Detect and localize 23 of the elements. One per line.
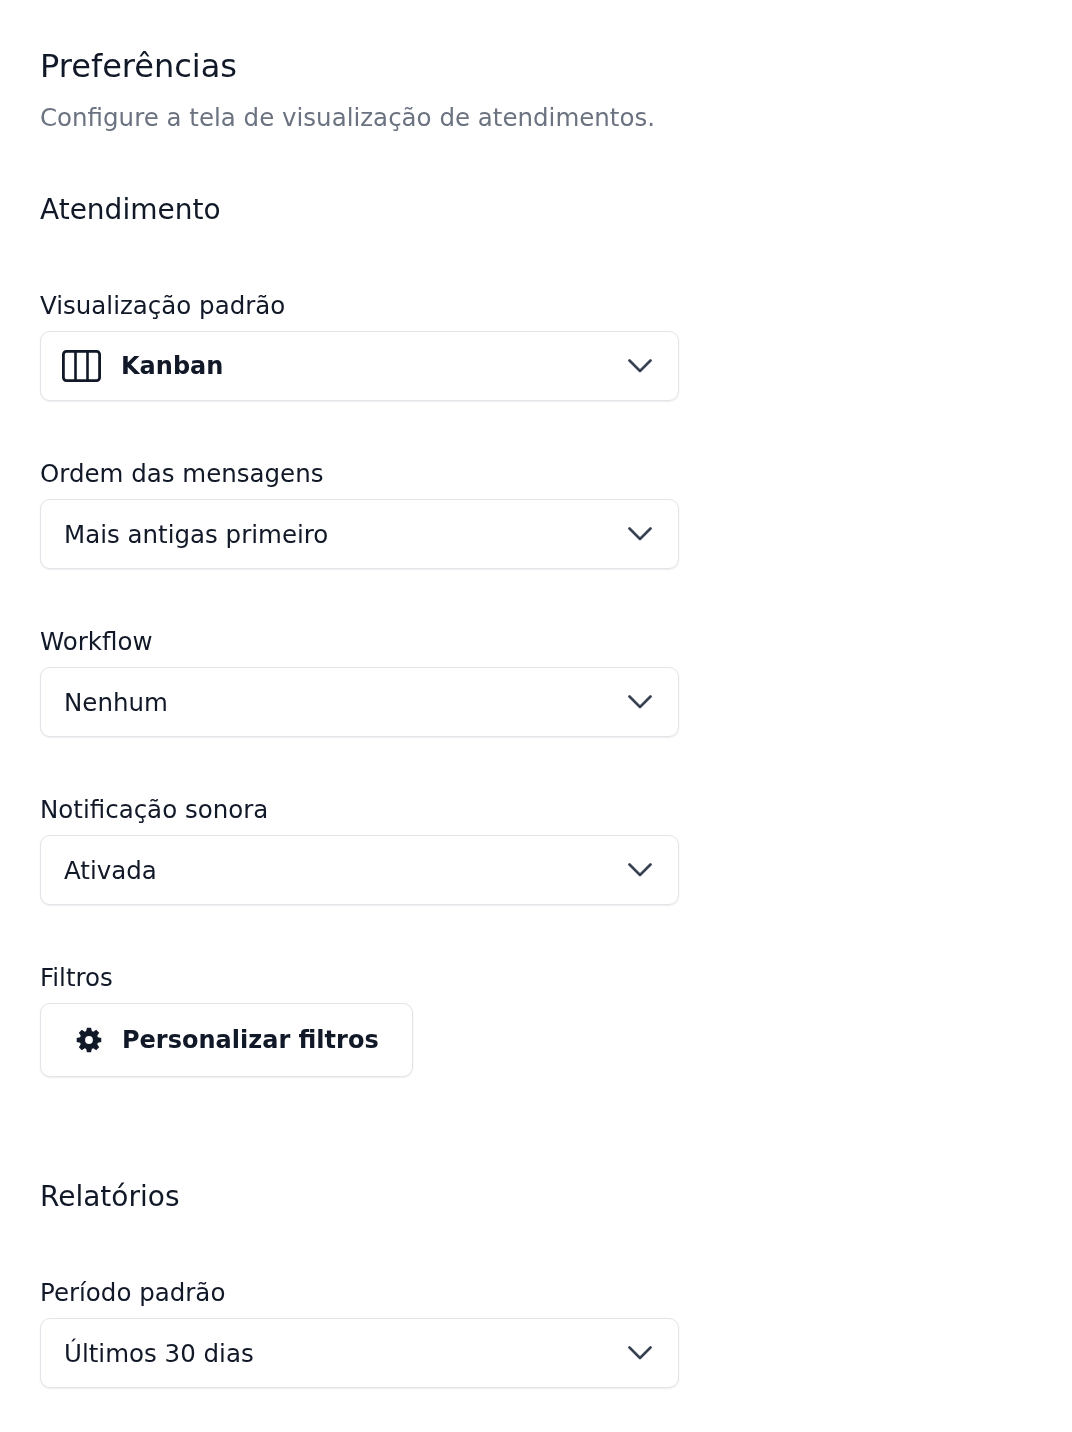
section-heading: Relatórios: [40, 1179, 180, 1215]
view-dropdown[interactable]: Kanban: [40, 331, 679, 401]
field-label: Período padrão: [40, 1278, 226, 1308]
field-label: Visualização padrão: [40, 291, 286, 321]
gear-icon: [76, 1027, 102, 1053]
dropdown[interactable]: Mais antigas primeiro: [40, 499, 679, 569]
customize-filters-button[interactable]: Personalizar filtros: [40, 1003, 413, 1077]
chevron-down-icon: [628, 695, 652, 709]
page-subtitle: Configure a tela de visualização de atendimentos.: [40, 102, 655, 134]
dropdown[interactable]: Ativada: [40, 835, 679, 905]
chevron-down-icon: [628, 359, 652, 373]
chevron-down-icon: [628, 1346, 652, 1360]
section-heading: Atendimento: [40, 192, 221, 228]
field-label: Ordem das mensagens: [40, 459, 324, 489]
dropdown[interactable]: Nenhum: [40, 667, 679, 737]
field-label: Filtros: [40, 963, 113, 993]
field-label: Workflow: [40, 627, 153, 657]
page-title: Preferências: [40, 46, 237, 86]
columns-icon: [62, 350, 101, 382]
field-label: Notificação sonora: [40, 795, 269, 825]
chevron-down-icon: [628, 527, 652, 541]
dropdown[interactable]: Últimos 30 dias: [40, 1318, 679, 1388]
chevron-down-icon: [628, 863, 652, 877]
